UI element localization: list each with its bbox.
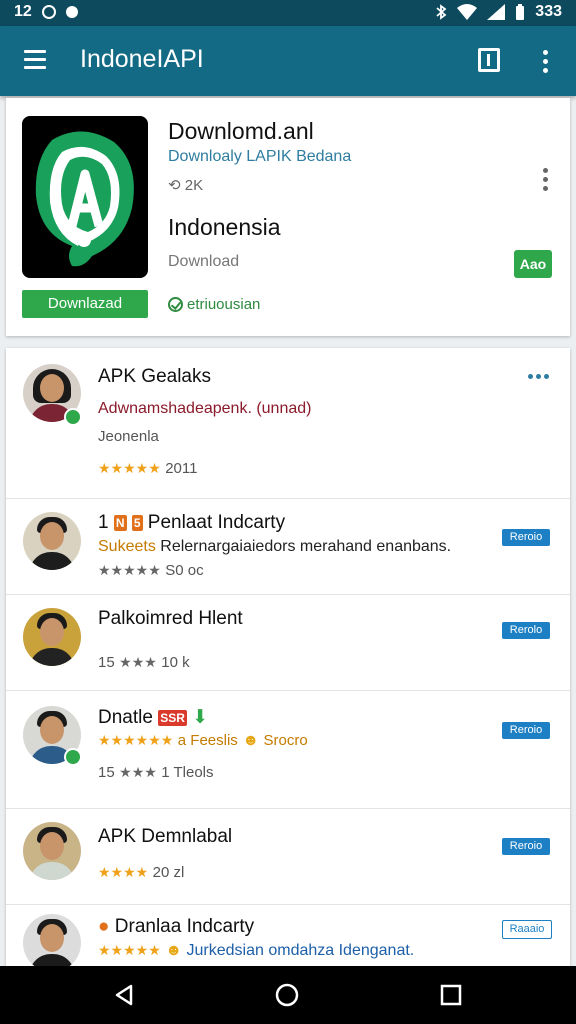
item-sub: Jeonenla bbox=[98, 428, 159, 445]
notification-dot-icon bbox=[65, 6, 78, 18]
list-item[interactable]: 1 N 5 Penlaat Indcarty Sukeets Relernarg… bbox=[6, 498, 570, 595]
featured-card[interactable]: Downlazad Downlomd.anl Downloaly LAPIK B… bbox=[6, 98, 570, 336]
item-desc: Adwnamshadeapenk. (unnad) bbox=[98, 400, 312, 417]
check-circle-icon bbox=[168, 297, 183, 312]
list-item[interactable]: ● Dranlaa Indcarty ★★★★★ ☻ Jurkedsian om… bbox=[6, 904, 570, 968]
download-label: Download bbox=[168, 253, 240, 270]
item-desc: Sukeets Relernargaiaiedors merahand enan… bbox=[98, 538, 452, 555]
app-list: APK Gealaks Adwnamshadeapenk. (unnad) Je… bbox=[6, 348, 570, 968]
list-item[interactable]: APK Gealaks Adwnamshadeapenk. (unnad) Je… bbox=[6, 348, 570, 499]
item-rating: 15 ★★★ 1 Tleols bbox=[98, 764, 214, 781]
bluetooth-icon bbox=[436, 4, 447, 20]
reroll-button[interactable]: Rerolo bbox=[502, 622, 550, 639]
item-title: ● Dranlaa Indcarty bbox=[98, 916, 255, 937]
avatar bbox=[23, 608, 81, 666]
badge-icon: ● bbox=[98, 916, 110, 937]
list-item[interactable]: Dnatle SSR ⬇ ★★★★★★ a Feeslis ☻ Srocro 1… bbox=[6, 690, 570, 809]
battery-icon bbox=[516, 4, 525, 20]
online-badge bbox=[64, 408, 82, 426]
item-rating: ★★★★★ S0 oc bbox=[98, 562, 204, 579]
reroll-button[interactable]: Reroio bbox=[502, 722, 550, 739]
emoji-icon: ☻ bbox=[165, 942, 183, 959]
square-icon[interactable] bbox=[478, 48, 500, 72]
download-count: ⟲ 2K bbox=[168, 177, 204, 194]
item-desc: ★★★★★★ a Feeslis ☻ Srocro bbox=[98, 732, 308, 749]
card-more-vert-icon[interactable] bbox=[543, 168, 549, 195]
menu-icon[interactable] bbox=[24, 50, 46, 74]
status-battery-text: 333 bbox=[535, 3, 562, 20]
app-title: IndoneIAPI bbox=[80, 45, 204, 73]
item-rating: ★★★★★ 2011 bbox=[98, 460, 198, 477]
add-button[interactable]: Aao bbox=[514, 250, 552, 278]
item-title: APK Demnlabal bbox=[98, 826, 233, 847]
more-vert-icon[interactable] bbox=[543, 50, 549, 77]
featured-title: Downlomd.anl bbox=[168, 118, 314, 144]
item-title: 1 N 5 Penlaat Indcarty bbox=[98, 512, 286, 533]
notification-icon bbox=[41, 5, 56, 19]
back-icon[interactable] bbox=[113, 984, 135, 1006]
wifi-icon bbox=[457, 4, 478, 20]
download-count-icon: ⟲ bbox=[168, 177, 185, 194]
featured-subtitle[interactable]: Downloaly LAPIK Bedana bbox=[168, 148, 351, 166]
item-rating: 15 ★★★ 10 k bbox=[98, 654, 190, 671]
avatar bbox=[23, 822, 81, 880]
download-button[interactable]: Downlazad bbox=[22, 290, 148, 318]
signal-icon bbox=[487, 4, 506, 20]
item-desc: ★★★★★ ☻ Jurkedsian omdahza Idenganat. bbox=[98, 942, 415, 959]
online-badge bbox=[64, 748, 82, 766]
status-time: 12 bbox=[14, 3, 32, 20]
list-item[interactable]: APK Demnlabal ★★★★ 20 zl Reroio bbox=[6, 808, 570, 905]
reroll-button[interactable]: Reroio bbox=[502, 838, 550, 855]
item-rating: ★★★★ 20 zl bbox=[98, 864, 185, 881]
featured-name: Indonensia bbox=[168, 214, 281, 240]
navigation-bar bbox=[0, 966, 576, 1024]
recents-icon[interactable] bbox=[440, 984, 462, 1006]
home-icon[interactable] bbox=[275, 983, 299, 1007]
item-title: Palkoimred Hlent bbox=[98, 608, 243, 629]
avatar bbox=[23, 512, 81, 570]
app-bar: IndoneIAPI bbox=[0, 26, 576, 96]
avatar bbox=[23, 914, 81, 968]
verified-badge: etriuousian bbox=[168, 296, 260, 313]
reroll-button[interactable]: Raaaio bbox=[502, 920, 552, 939]
more-horiz-icon[interactable] bbox=[528, 374, 549, 379]
status-bar: 12 333 bbox=[0, 0, 576, 26]
emoji-icon: ☻ bbox=[242, 732, 260, 749]
app-logo bbox=[22, 116, 148, 278]
item-title: Dnatle SSR ⬇ bbox=[98, 707, 209, 728]
download-circle-icon: ⬇ bbox=[192, 707, 209, 728]
reroll-button[interactable]: Reroio bbox=[502, 529, 550, 546]
item-title: APK Gealaks bbox=[98, 366, 211, 387]
list-item[interactable]: Palkoimred Hlent 15 ★★★ 10 k Rerolo bbox=[6, 594, 570, 691]
